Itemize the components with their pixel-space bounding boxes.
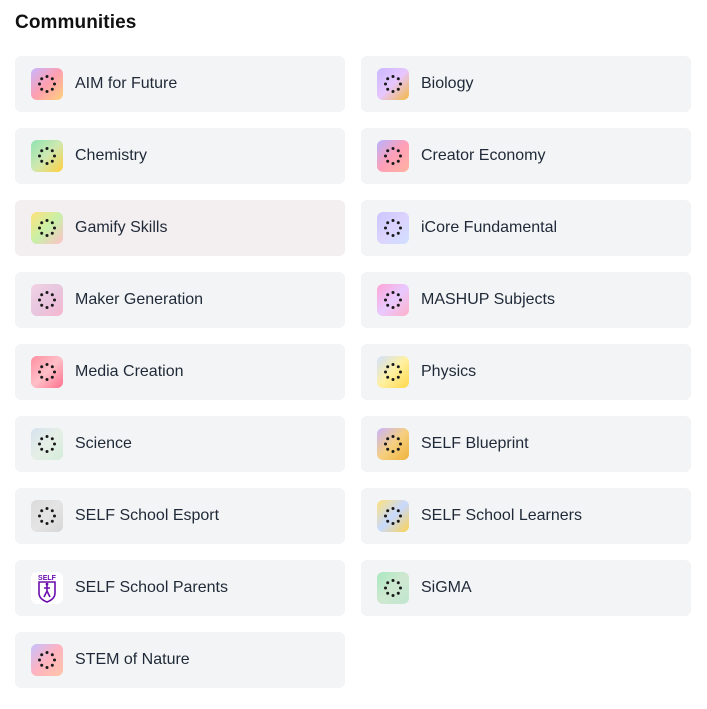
loader-dots-icon (31, 212, 63, 244)
community-card[interactable]: AIM for Future (15, 56, 345, 112)
community-name: SELF School Learners (421, 507, 582, 524)
svg-text:SELF: SELF (38, 575, 57, 582)
community-name: SELF School Esport (75, 507, 220, 524)
loader-dots-icon (31, 140, 63, 172)
community-card[interactable]: Chemistry (15, 128, 345, 184)
community-name: Physics (421, 363, 477, 380)
loader-dots-icon (377, 284, 409, 316)
community-card[interactable]: Gamify Skills (15, 200, 345, 256)
loader-dots-icon (377, 356, 409, 388)
community-card[interactable]: Creator Economy (361, 128, 691, 184)
loader-dots-icon (377, 140, 409, 172)
community-card[interactable]: STEM of Nature (15, 632, 345, 688)
community-name: iCore Fundamental (421, 219, 558, 236)
loader-dots-icon (377, 212, 409, 244)
page-title: Communities (15, 12, 137, 33)
loader-dots-icon (377, 500, 409, 532)
community-name: Science (75, 435, 132, 452)
community-card[interactable]: SELF SELF School Parents (15, 560, 345, 616)
community-card[interactable]: Maker Generation (15, 272, 345, 328)
communities-grid: AIM for Future Biology Chemistry Creator Ec… (15, 56, 691, 688)
community-name: Biology (421, 75, 474, 92)
community-card[interactable]: SELF School Learners (361, 488, 691, 544)
community-name: STEM of Nature (75, 651, 190, 668)
community-card[interactable]: SELF Blueprint (361, 416, 691, 472)
community-name: SELF Blueprint (421, 435, 529, 452)
community-card[interactable]: Biology (361, 56, 691, 112)
community-name: Maker Generation (75, 291, 204, 308)
loader-dots-icon (377, 68, 409, 100)
community-card[interactable]: SiGMA (361, 560, 691, 616)
community-name: MASHUP Subjects (421, 291, 555, 308)
community-name: SiGMA (421, 579, 472, 596)
community-card[interactable]: SELF School Esport (15, 488, 345, 544)
community-name: Chemistry (75, 147, 148, 164)
loader-dots-icon (31, 428, 63, 460)
self-logo-icon: SELF (31, 572, 63, 604)
community-name: SELF School Parents (75, 579, 228, 596)
community-name: Gamify Skills (75, 219, 168, 236)
loader-dots-icon (31, 356, 63, 388)
community-name: Media Creation (75, 363, 184, 380)
community-name: Creator Economy (421, 147, 546, 164)
loader-dots-icon (31, 500, 63, 532)
community-card[interactable]: Media Creation (15, 344, 345, 400)
loader-dots-icon (377, 572, 409, 604)
community-card[interactable]: Physics (361, 344, 691, 400)
loader-dots-icon (377, 428, 409, 460)
community-card[interactable]: MASHUP Subjects (361, 272, 691, 328)
community-card[interactable]: Science (15, 416, 345, 472)
community-card[interactable]: iCore Fundamental (361, 200, 691, 256)
loader-dots-icon (31, 284, 63, 316)
loader-dots-icon (31, 644, 63, 676)
loader-dots-icon (31, 68, 63, 100)
community-name: AIM for Future (75, 75, 178, 92)
